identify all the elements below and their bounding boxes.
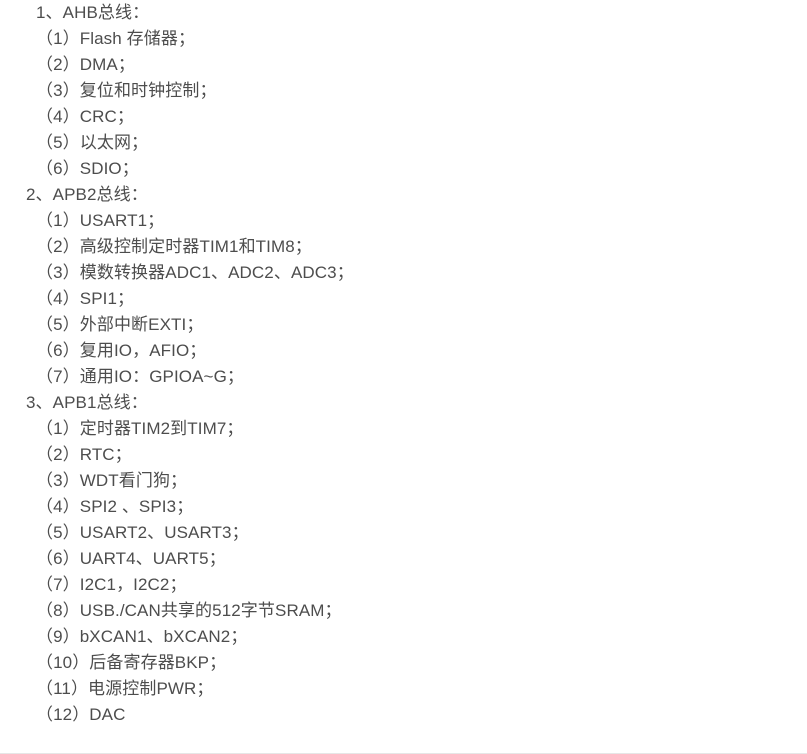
list-item: （7）I2C1，I2C2；: [36, 575, 187, 594]
list-item: （7）通用IO：GPIOA~G；: [36, 367, 244, 386]
section-heading-ahb: 1、AHB总线：: [36, 3, 150, 22]
list-item: （12）DAC: [36, 705, 126, 724]
list-item: （2）RTC；: [36, 445, 132, 464]
list-item: （3）复位和时钟控制；: [36, 81, 217, 100]
list-item: （1）定时器TIM2到TIM7；: [36, 419, 244, 438]
list-item: （2）DMA；: [36, 55, 135, 74]
list-item: （3）WDT看门狗；: [36, 471, 188, 490]
list-item: （9）bXCAN1、bXCAN2；: [36, 627, 248, 646]
list-item: （4）SPI2 、SPI3；: [36, 497, 194, 516]
list-item: （8）USB./CAN共享的512字节SRAM；: [36, 601, 342, 620]
list-item: （1）USART1；: [36, 211, 165, 230]
list-item: （11）电源控制PWR；: [36, 679, 214, 698]
list-item: （6）UART4、UART5；: [36, 549, 226, 568]
list-item: （2）高级控制定时器TIM1和TIM8；: [36, 237, 312, 256]
section-heading-apb2: 2、APB2总线：: [26, 185, 148, 204]
list-item: （4）SPI1；: [36, 289, 135, 308]
list-item: （10）后备寄存器BKP；: [36, 653, 227, 672]
list-item: （4）CRC；: [36, 107, 134, 126]
page: 1、AHB总线： （1）Flash 存储器； （2）DMA； （3）复位和时钟控…: [0, 0, 807, 754]
list-item: （6）复用IO，AFIO；: [36, 341, 207, 360]
list-item: （5）外部中断EXTI；: [36, 315, 204, 334]
list-item: （5）以太网；: [36, 133, 149, 152]
list-item: （1）Flash 存储器；: [36, 29, 196, 48]
list-item: （5）USART2、USART3；: [36, 523, 249, 542]
list-item: （6）SDIO；: [36, 159, 139, 178]
list-item: （3）模数转换器ADC1、ADC2、ADC3；: [36, 263, 354, 282]
section-heading-apb1: 3、APB1总线：: [26, 393, 148, 412]
